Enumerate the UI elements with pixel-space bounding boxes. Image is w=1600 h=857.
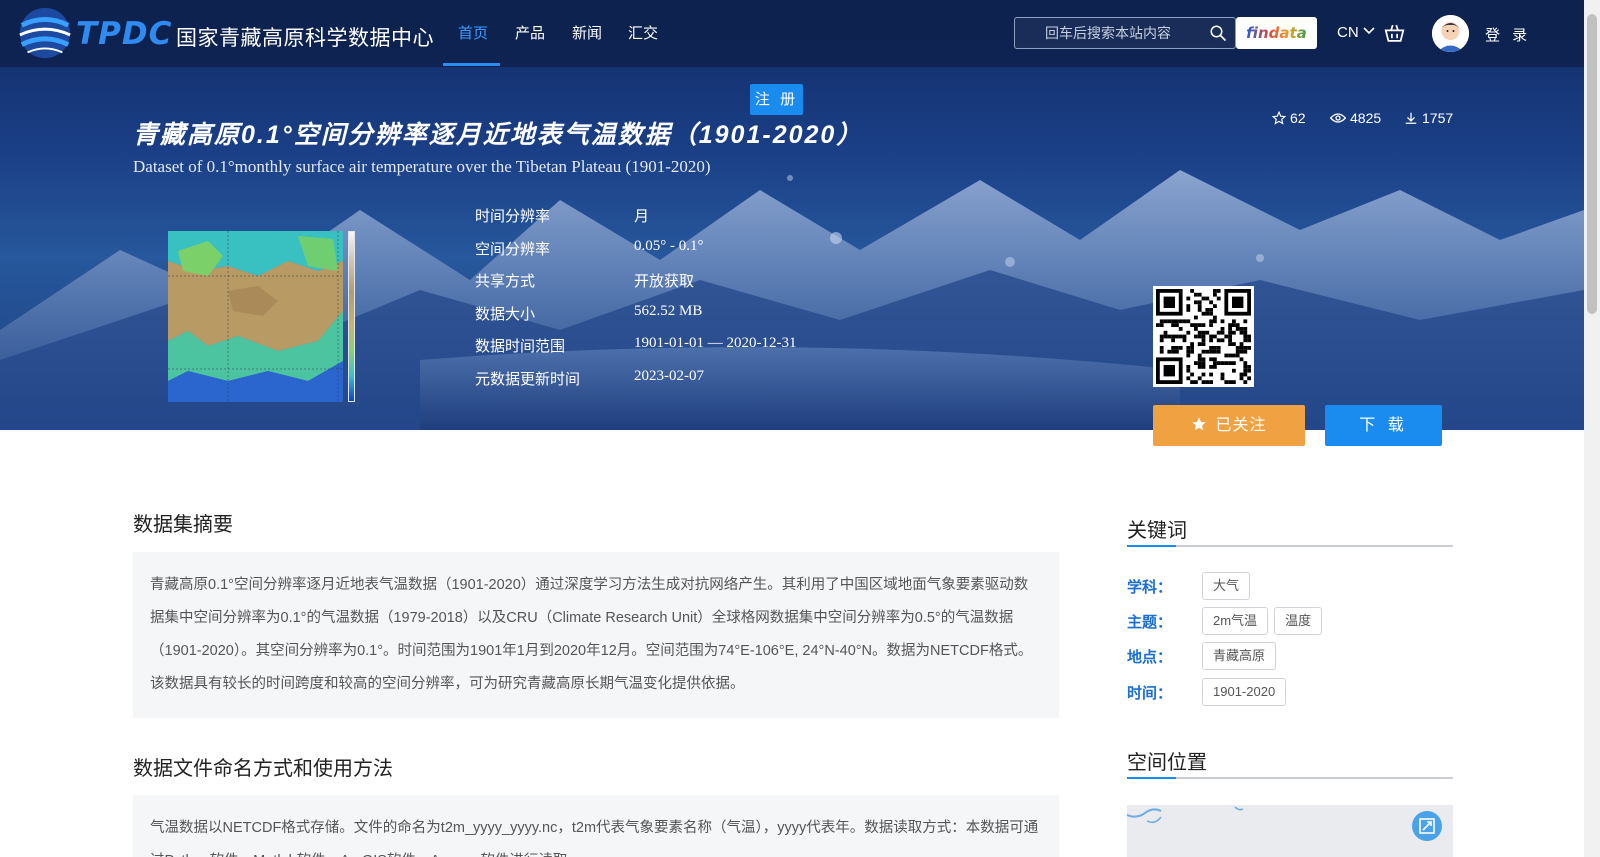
nav-item-home[interactable]: 首页 bbox=[458, 22, 488, 43]
language-switch[interactable]: CN bbox=[1337, 24, 1375, 41]
user-avatar-icon bbox=[1432, 15, 1469, 52]
keyword-label: 时间： bbox=[1127, 685, 1173, 702]
language-label: CN bbox=[1337, 24, 1359, 41]
findata-label: findata bbox=[1246, 24, 1307, 42]
nav-item-products[interactable]: 产品 bbox=[515, 22, 545, 43]
abstract-title: 数据集摘要 bbox=[133, 514, 233, 536]
keyword-label: 地点： bbox=[1127, 649, 1173, 666]
login-link[interactable]: 登 录 bbox=[1485, 24, 1531, 45]
meta-key: 数据大小 bbox=[475, 305, 536, 323]
download-count: 1757 bbox=[1404, 110, 1453, 126]
qr-code bbox=[1153, 286, 1254, 387]
keywords-title: 关键词 bbox=[1127, 520, 1187, 542]
follow-label: 已关注 bbox=[1215, 417, 1267, 434]
eye-icon bbox=[1329, 113, 1347, 123]
view-count-value: 4825 bbox=[1350, 110, 1382, 126]
site-logo[interactable]: TPDC 国家青藏高原科学数据中心 bbox=[16, 4, 434, 64]
usage-text: 气温数据以NETCDF格式存储。文件的命名为t2m_yyyy_yyyy.nc，t… bbox=[133, 795, 1059, 857]
meta-key: 元数据更新时间 bbox=[475, 370, 581, 388]
download-icon bbox=[1405, 112, 1417, 124]
expand-icon bbox=[1419, 818, 1435, 834]
meta-value: 562.52 MB bbox=[634, 302, 703, 319]
site-name: 国家青藏高原科学数据中心 bbox=[176, 27, 434, 50]
keyword-tag[interactable]: 青藏高原 bbox=[1202, 642, 1277, 670]
map-tiles bbox=[1127, 805, 1453, 857]
search-box bbox=[1014, 17, 1236, 49]
usage-title: 数据文件命名方式和使用方法 bbox=[133, 758, 393, 780]
globe-logo-icon bbox=[19, 7, 71, 59]
star-filled-icon bbox=[1192, 417, 1207, 431]
meta-value: 1901-01-01 — 2020-12-31 bbox=[634, 335, 797, 352]
keyword-label: 学科： bbox=[1127, 579, 1173, 596]
dataset-title-cn: 青藏高原0.1°空间分辨率逐月近地表气温数据（1901-2020） bbox=[133, 121, 864, 149]
logo-tpdc-text: TPDC bbox=[76, 16, 173, 52]
thumbnail-colorbar bbox=[348, 231, 355, 402]
keywords-divider bbox=[1127, 545, 1453, 547]
abstract-text: 青藏高原0.1°空间分辨率逐月近地表气温数据（1901-2020）通过深度学习方… bbox=[133, 552, 1059, 718]
findata-link[interactable]: findata bbox=[1236, 17, 1317, 49]
keyword-label: 主题： bbox=[1127, 614, 1173, 631]
location-title: 空间位置 bbox=[1127, 752, 1207, 774]
download-count-value: 1757 bbox=[1422, 110, 1454, 126]
search-icon[interactable] bbox=[1209, 24, 1227, 42]
meta-value: 开放获取 bbox=[634, 273, 695, 291]
avatar[interactable] bbox=[1432, 15, 1469, 52]
chevron-down-icon bbox=[1363, 27, 1375, 35]
top-header: TPDC 国家青藏高原科学数据中心 首页 产品 新闻 汇交 findata CN bbox=[0, 0, 1584, 67]
dataset-title-en: Dataset of 0.1°monthly surface air tempe… bbox=[133, 157, 711, 176]
dataset-thumbnail[interactable] bbox=[168, 231, 343, 402]
meta-key: 共享方式 bbox=[475, 273, 536, 291]
keyword-tag[interactable]: 2m气温 bbox=[1202, 607, 1269, 635]
keyword-tag[interactable]: 温度 bbox=[1274, 607, 1323, 635]
meta-key: 空间分辨率 bbox=[475, 240, 551, 258]
location-divider bbox=[1127, 777, 1453, 779]
nav-active-indicator bbox=[443, 63, 500, 66]
thumbnail-map-image bbox=[168, 231, 343, 402]
page-scrollbar[interactable] bbox=[1584, 0, 1600, 857]
meta-value: 0.05° - 0.1° bbox=[634, 237, 704, 254]
star-outline-icon bbox=[1271, 110, 1287, 125]
star-count-value: 62 bbox=[1290, 110, 1306, 126]
search-input[interactable] bbox=[1015, 18, 1205, 48]
nav-item-submit[interactable]: 汇交 bbox=[628, 22, 658, 43]
follow-button[interactable]: 已关注 bbox=[1153, 405, 1305, 446]
meta-key: 数据时间范围 bbox=[475, 338, 566, 356]
keyword-tag[interactable]: 1901-2020 bbox=[1202, 678, 1287, 706]
view-count: 4825 bbox=[1329, 110, 1382, 126]
star-count: 62 bbox=[1271, 110, 1306, 126]
download-button[interactable]: 下 载 bbox=[1325, 405, 1442, 446]
spatial-location-map[interactable] bbox=[1127, 805, 1453, 857]
qr-code-icon bbox=[1156, 289, 1251, 384]
meta-value: 月 bbox=[634, 208, 650, 225]
map-expand-button[interactable] bbox=[1412, 811, 1442, 841]
register-button[interactable]: 注 册 bbox=[750, 84, 803, 115]
basket-icon[interactable] bbox=[1384, 23, 1405, 43]
meta-value: 2023-02-07 bbox=[634, 367, 704, 384]
nav-item-news[interactable]: 新闻 bbox=[572, 22, 602, 43]
scrollbar-thumb[interactable] bbox=[1587, 14, 1597, 314]
meta-key: 时间分辨率 bbox=[475, 208, 551, 225]
keyword-tag[interactable]: 大气 bbox=[1202, 572, 1251, 600]
